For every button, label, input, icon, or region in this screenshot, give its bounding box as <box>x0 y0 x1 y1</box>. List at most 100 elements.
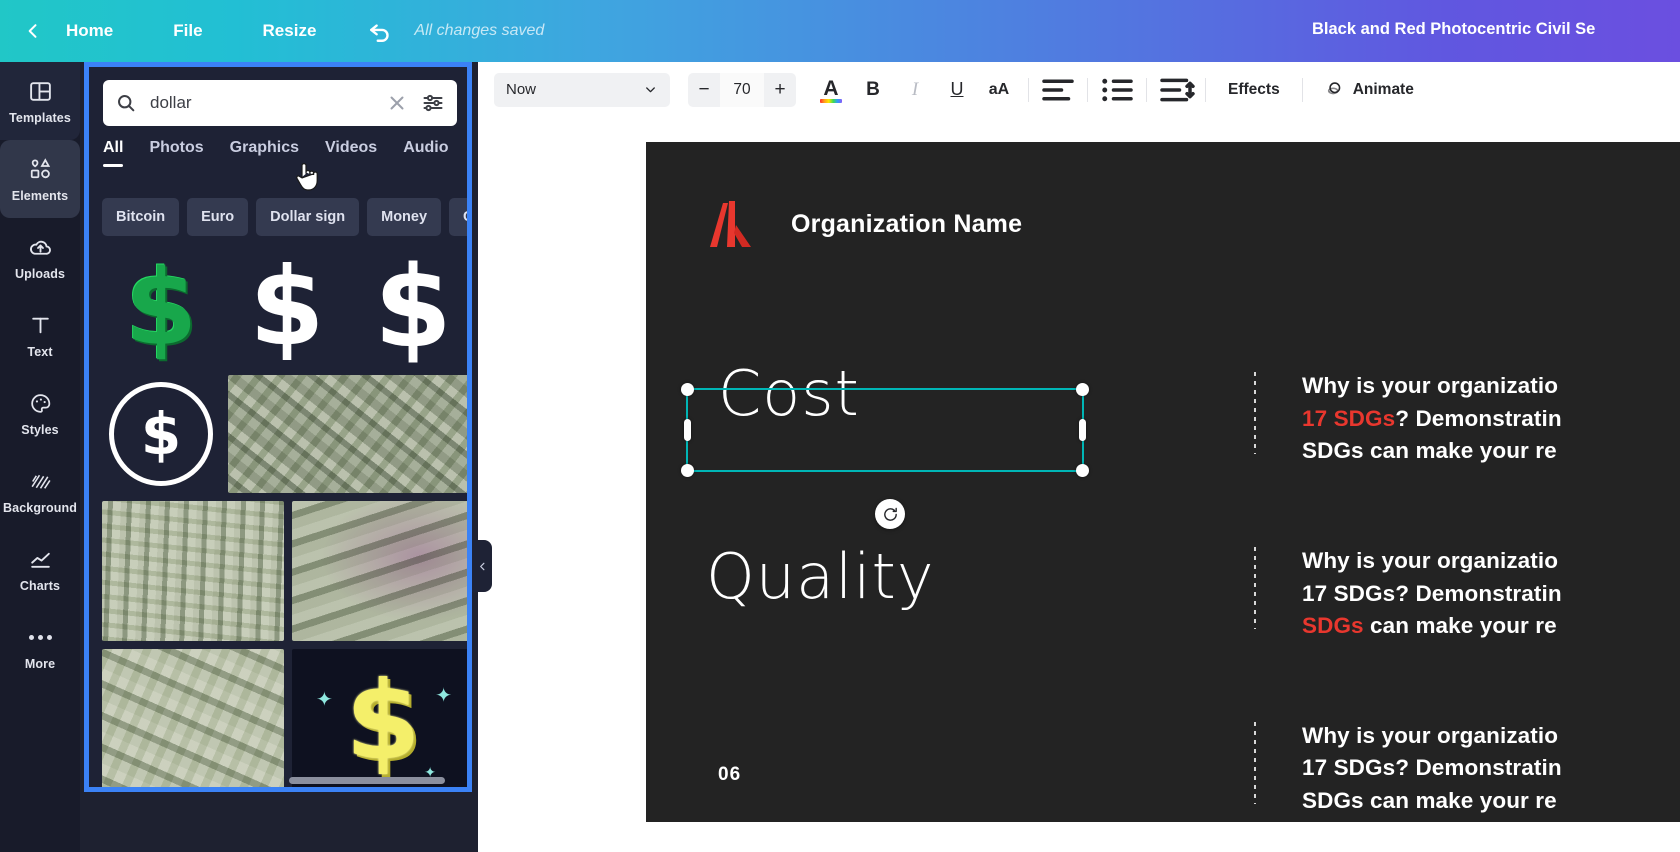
underline-label: U <box>950 79 964 99</box>
result-green-dollar-sign[interactable]: $ <box>102 249 220 367</box>
slide-page[interactable]: Organization Name TITL Cost Quality <box>646 142 1680 822</box>
selected-text-box[interactable] <box>681 383 1089 477</box>
resize-handle-middle-right[interactable] <box>1079 419 1086 441</box>
italic-label: I <box>911 78 919 100</box>
search-results-grid: $ $ $ $ ✦ ✦ ✦ $ <box>102 249 467 787</box>
dollar-glyph: $ <box>345 659 421 784</box>
font-size-decrease-button[interactable]: − <box>688 73 720 107</box>
chevron-down-icon <box>646 87 655 93</box>
underline-button[interactable]: U <box>936 70 978 110</box>
result-white-dollar-sign[interactable]: $ <box>228 249 346 367</box>
tab-photos[interactable]: Photos <box>149 139 203 167</box>
chip-truncated[interactable]: C <box>449 198 467 236</box>
resize-handle-bottom-left[interactable] <box>681 464 694 477</box>
result-pile-of-dollar-bills-photo[interactable] <box>228 375 467 493</box>
sidebar-label-charts: Charts <box>19 578 61 593</box>
block-line-1: Why is your organizatio <box>1302 373 1559 398</box>
block-line-3: SDGs can make your re <box>1302 438 1557 464</box>
undo-button[interactable] <box>362 14 400 48</box>
result-gold-dollar-sign-sticker[interactable]: ✦ ✦ ✦ $ <box>292 649 467 787</box>
tab-videos[interactable]: Videos <box>325 139 377 167</box>
result-fanned-dollar-bills-photo[interactable] <box>102 501 284 641</box>
slide-logo-row[interactable]: Organization Name <box>709 199 1022 249</box>
search-bar[interactable]: dollar <box>103 80 457 126</box>
block-line-3-highlight: SDGs <box>1302 613 1364 639</box>
sidebar-item-background[interactable]: Background <box>0 452 80 530</box>
sidebar-item-elements[interactable]: Elements <box>0 140 80 218</box>
back-button[interactable] <box>16 14 50 48</box>
money-photo <box>102 649 284 787</box>
dollar-glyph: $ <box>140 400 182 468</box>
file-menu[interactable]: File <box>157 15 218 47</box>
panel-collapse-button[interactable] <box>472 540 492 592</box>
text-align-button[interactable] <box>1037 70 1079 110</box>
rotate-handle[interactable] <box>875 499 905 529</box>
sidebar-label-text: Text <box>27 344 53 359</box>
letter-case-button[interactable]: aA <box>978 70 1020 110</box>
animate-button[interactable]: Animate <box>1311 79 1426 100</box>
slide-text-blocks: Why is your organizatio 17 SDGs? Demonst… <box>1254 370 1680 822</box>
sidebar-item-more[interactable]: More <box>0 608 80 686</box>
sidebar-label-templates: Templates <box>9 110 71 125</box>
resize-handle-bottom-right[interactable] <box>1076 464 1089 477</box>
tab-audio[interactable]: Audio <box>403 139 448 167</box>
dotted-divider <box>1254 372 1256 454</box>
toolbar-divider <box>1301 77 1303 102</box>
result-white-dollar-sign-bold[interactable]: $ <box>354 249 467 367</box>
close-x-icon[interactable] <box>385 91 409 115</box>
bullet-list-button[interactable] <box>1096 70 1138 110</box>
text-color-button[interactable]: A <box>810 70 852 110</box>
save-status-text: All changes saved <box>414 22 545 39</box>
gold-sticker: ✦ ✦ ✦ $ <box>292 649 467 787</box>
tab-graphics[interactable]: Graphics <box>230 139 299 167</box>
sidebar-item-styles[interactable]: Styles <box>0 374 80 452</box>
result-dollar-in-circle[interactable]: $ <box>102 375 220 493</box>
text-block[interactable]: Why is your organizatio 17 SDGs? Demonst… <box>1254 545 1680 643</box>
tab-all[interactable]: All <box>103 139 124 167</box>
sidebar-item-text[interactable]: Text <box>0 296 80 374</box>
bold-button[interactable]: B <box>852 70 894 110</box>
resize-handle-top-right[interactable] <box>1076 383 1089 396</box>
kpi-label-quality[interactable]: Quality <box>706 540 935 613</box>
canvas-area[interactable]: Organization Name TITL Cost Quality <box>478 117 1680 852</box>
block-line-2-highlight: 17 SDGs <box>1302 405 1396 431</box>
search-input[interactable]: dollar <box>150 93 385 113</box>
home-menu[interactable]: Home <box>50 15 129 47</box>
font-size-input[interactable]: 70 <box>720 72 764 107</box>
search-category-tabs: All Photos Graphics Videos Audio <box>103 139 463 175</box>
sidebar-item-templates[interactable]: Templates <box>0 62 80 140</box>
font-family-select[interactable]: Now <box>494 72 670 107</box>
panel-horizontal-scrollbar[interactable] <box>289 777 445 784</box>
resize-handle-top-left[interactable] <box>681 383 694 396</box>
chip-bitcoin[interactable]: Bitcoin <box>102 198 180 236</box>
text-block[interactable]: Why is your organizatio 17 SDGs? Demonst… <box>1254 720 1680 818</box>
italic-button[interactable]: I <box>894 70 936 110</box>
block-line-2-rest: 17 SDGs? Demonstratin <box>1302 580 1562 606</box>
chip-dollar-sign[interactable]: Dollar sign <box>256 198 360 236</box>
text-t-icon <box>28 312 53 340</box>
result-scattered-bills-photo[interactable] <box>102 649 284 787</box>
chip-money[interactable]: Money <box>367 198 442 236</box>
effects-button[interactable]: Effects <box>1214 81 1294 99</box>
line-spacing-button[interactable] <box>1155 70 1197 110</box>
templates-icon <box>28 78 53 106</box>
sidebar-item-charts[interactable]: Charts <box>0 530 80 608</box>
resize-handle-middle-left[interactable] <box>684 419 691 441</box>
bold-label: B <box>866 78 880 100</box>
resize-button[interactable]: Resize <box>247 15 333 47</box>
chip-euro[interactable]: Euro <box>187 198 249 236</box>
font-size-increase-button[interactable]: + <box>764 73 796 107</box>
line-spacing-icon <box>1160 78 1195 101</box>
red-a-logo-mark <box>710 201 751 247</box>
line-chart-icon <box>28 546 53 574</box>
text-block[interactable]: Why is your organizatio 17 SDGs? Demonst… <box>1254 370 1680 468</box>
toolbar-divider <box>1205 77 1206 102</box>
sliders-filter-icon[interactable] <box>421 91 445 115</box>
organization-name: Organization Name <box>791 209 1023 238</box>
sidebar-item-uploads[interactable]: Uploads <box>0 218 80 296</box>
chevron-left-icon <box>28 24 37 38</box>
dotted-divider <box>1254 721 1256 804</box>
result-banded-money-stack-photo[interactable] <box>292 501 467 641</box>
search-suggestion-chips: Bitcoin Euro Dollar sign Money C <box>102 198 467 236</box>
design-title[interactable]: Black and Red Photocentric Civil Se <box>1312 20 1595 39</box>
